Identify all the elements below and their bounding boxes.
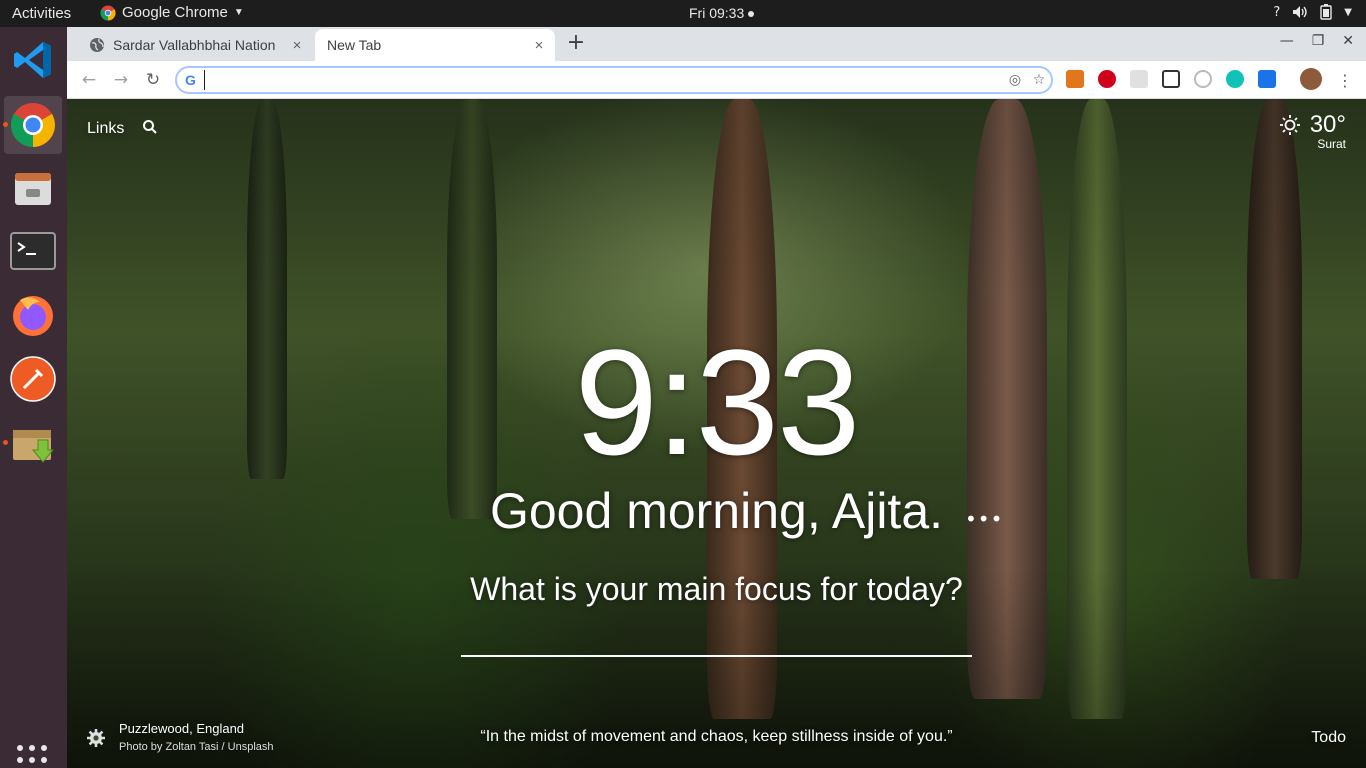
adblock-plus-icon[interactable]: [1098, 70, 1116, 88]
window-controls: — ❐ ✕: [1280, 33, 1354, 49]
top-bar-clock[interactable]: Fri 09:33: [689, 5, 755, 21]
archive-manager-icon: [13, 430, 55, 463]
dock-chrome[interactable]: [3, 96, 62, 154]
chrome-menu-icon[interactable]: ⋮: [1334, 69, 1356, 91]
battery-icon[interactable]: [1320, 4, 1332, 20]
dock-archive-manager[interactable]: [3, 414, 62, 472]
globe-icon: [90, 38, 104, 52]
back-icon[interactable]: ←: [78, 69, 100, 91]
momentum-dashboard: Links 30° Surat 9:33 Good morning, Ajita…: [67, 99, 1366, 768]
chevron-down-icon: ▼: [233, 7, 244, 18]
dock-vscode[interactable]: [4, 31, 62, 89]
profile-avatar[interactable]: [1300, 68, 1322, 90]
metamask-icon[interactable]: [1066, 70, 1084, 88]
system-tray[interactable]: ? ▼: [1273, 4, 1352, 20]
close-tab-icon[interactable]: ×: [287, 37, 307, 54]
greeting: Good morning, Ajita.: [489, 483, 944, 539]
extension-icon[interactable]: [1130, 70, 1148, 88]
momentum-icon[interactable]: [1226, 70, 1244, 88]
bookmark-star-icon[interactable]: ☆: [1027, 72, 1051, 88]
google-g-icon: G: [185, 72, 196, 88]
terminal-icon: [10, 232, 56, 270]
activities-button[interactable]: Activities: [12, 5, 71, 22]
system-menu-chevron-icon[interactable]: ▼: [1344, 7, 1352, 18]
chrome-small-icon: [100, 5, 116, 21]
focus-input[interactable]: [461, 655, 972, 657]
gnome-top-bar: Activities Google Chrome ▼ Fri 09:33 ? ▼: [0, 0, 1366, 27]
weather-widget[interactable]: 30° Surat: [1279, 111, 1346, 151]
search-icon[interactable]: [142, 119, 158, 135]
links-button[interactable]: Links: [87, 120, 124, 138]
volume-icon[interactable]: [1292, 5, 1308, 19]
vscode-icon: [14, 42, 51, 78]
tab-new-tab[interactable]: New Tab ×: [315, 29, 555, 61]
forward-icon[interactable]: →: [110, 69, 132, 91]
restore-icon[interactable]: ❐: [1312, 33, 1325, 49]
extension-icon-2[interactable]: [1194, 70, 1212, 88]
tab-title: Sardar Vallabhbhai Nation: [113, 37, 276, 53]
location-target-icon[interactable]: ◎: [1003, 72, 1027, 88]
running-indicator: [3, 440, 8, 445]
greeting-more-icon[interactable]: •••: [965, 507, 1003, 531]
app-menu[interactable]: Google Chrome ▼: [100, 4, 244, 21]
app-menu-label: Google Chrome: [122, 4, 228, 21]
dock-postman[interactable]: [4, 350, 62, 408]
dock-firefox[interactable]: [4, 286, 62, 344]
weather-city: Surat: [1317, 137, 1346, 151]
browser-toolbar: ← → ↻ G ◎ ☆ ⋮: [67, 61, 1366, 99]
address-input[interactable]: [203, 70, 1003, 90]
tab-title: New Tab: [327, 37, 382, 53]
focus-question: What is your main focus for today?: [470, 571, 963, 607]
help-icon[interactable]: ?: [1273, 5, 1280, 20]
weather-temperature: 30°: [1309, 111, 1346, 138]
daily-quote[interactable]: “In the midst of movement and chaos, kee…: [67, 728, 1366, 746]
running-indicator: [3, 122, 8, 127]
ubuntu-dock: [0, 27, 67, 768]
screen-capture-icon[interactable]: [1162, 70, 1180, 88]
tab-sardar-vallabhbhai[interactable]: Sardar Vallabhbhai Nation ×: [79, 29, 313, 61]
main-clock: 9:33: [574, 318, 861, 486]
show-applications-icon[interactable]: [17, 745, 47, 768]
reload-icon[interactable]: ↻: [142, 69, 164, 91]
sun-icon: [1280, 115, 1301, 135]
postman-icon: [10, 356, 56, 402]
notification-dot-icon: [748, 11, 755, 18]
chrome-window: Sardar Vallabhbhai Nation × New Tab × + …: [67, 27, 1366, 768]
dock-files[interactable]: [4, 158, 62, 216]
extension-icon-3[interactable]: [1258, 70, 1276, 88]
todo-button[interactable]: Todo: [1311, 729, 1346, 747]
omnibox[interactable]: G ◎ ☆: [175, 66, 1053, 94]
chrome-icon: [11, 103, 55, 147]
firefox-icon: [13, 296, 53, 336]
clock-label: Fri 09:33: [689, 5, 745, 21]
close-tab-icon[interactable]: ×: [529, 37, 549, 54]
minimize-icon[interactable]: —: [1280, 33, 1294, 49]
tab-strip: Sardar Vallabhbhai Nation × New Tab × + …: [67, 27, 1366, 61]
file-manager-icon: [15, 173, 51, 205]
close-window-icon[interactable]: ✕: [1342, 33, 1354, 49]
new-tab-button[interactable]: +: [564, 32, 588, 56]
dock-terminal[interactable]: [4, 222, 62, 280]
